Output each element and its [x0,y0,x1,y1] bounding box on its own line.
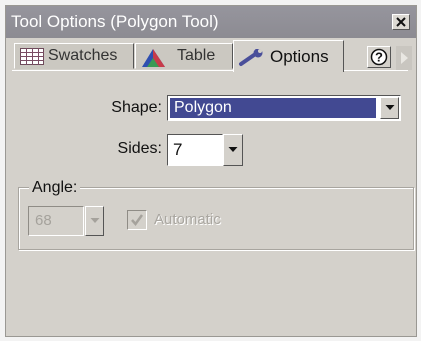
tab-options-label: Options [270,47,329,66]
angle-dropdown-button [85,206,104,236]
chevron-down-icon [228,147,238,152]
sides-dropdown-button[interactable] [223,134,243,166]
title-bar[interactable]: Tool Options (Polygon Tool) [6,6,416,38]
automatic-label: Automatic [154,211,221,228]
shape-selected-value: Polygon [170,98,376,118]
help-button[interactable]: ? [367,46,391,68]
angle-input: 68 [28,206,84,236]
chevron-down-icon [90,218,99,223]
tab-table-label: Table [177,47,216,64]
tab-swatches[interactable]: Swatches [14,43,134,69]
close-icon [396,17,406,27]
close-button[interactable] [392,14,410,30]
grid-icon [20,48,44,65]
shape-dropdown[interactable]: Polygon [167,95,401,121]
tab-swatches-label: Swatches [48,47,118,64]
tab-options[interactable]: Options [233,40,344,72]
automatic-checkbox [127,210,147,230]
checkmark-icon [131,214,144,227]
tab-divider [12,70,408,71]
window-title: Tool Options (Polygon Tool) [11,12,219,31]
shape-label: Shape: [111,99,162,116]
shape-dropdown-button[interactable] [380,97,399,119]
chevron-down-icon [385,105,394,110]
tool-options-panel: Tool Options (Polygon Tool) Swatches Tab… [5,5,417,337]
svg-text:?: ? [375,50,383,65]
tab-scroll-button[interactable] [396,46,412,70]
scroll-right-arrow-icon [401,52,408,64]
tab-table[interactable]: Table [135,43,233,69]
wrench-icon [239,49,263,66]
sides-label: Sides: [117,140,162,157]
color-triangle-icon [142,49,165,67]
help-icon: ? [370,48,388,66]
sides-input[interactable]: 7 [167,134,223,166]
angle-group-label: Angle: [29,179,81,197]
